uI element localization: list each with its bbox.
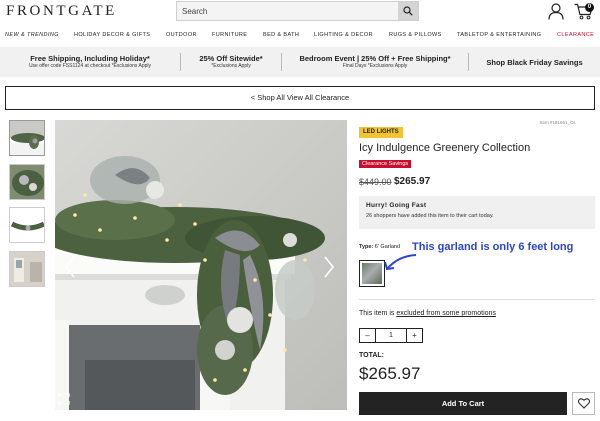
search-input[interactable] [177,2,399,20]
nav-item-lighting-decor[interactable]: LIGHTING & DECOR [314,32,373,38]
previous-image-arrow-icon[interactable] [64,256,76,278]
hurry-notice: Hurry! Going Fast 26 shoppers have added… [359,196,595,229]
garland-mantel-thumbnail-image [10,121,44,155]
nav-item-bed-bath[interactable]: BED & BATH [263,32,299,38]
hurry-title: Hurry! Going Fast [366,202,427,209]
divider [359,299,595,300]
original-price: $449.00 [359,177,392,187]
promo-free-shipping[interactable]: Free Shipping, Including Holiday* Use of… [0,47,180,77]
type-label-value: 6' Garland [374,244,401,250]
promo-bar: Free Shipping, Including Holiday* Use of… [0,47,600,77]
nav-item-furniture[interactable]: FURNITURE [212,32,247,38]
cart-count-badge: 0 [585,3,594,12]
frontgate-logo[interactable]: FRONTGATE [6,3,117,20]
nav-item-rugs-pillows[interactable]: RUGS & PILLOWS [389,32,442,38]
hurry-text: 26 shoppers have added this item to thei… [366,213,494,219]
promo-title: Bedroom Event | 25% Off + Free Shipping* [299,54,451,63]
heart-icon [577,398,590,409]
thumbnail-1[interactable] [9,120,45,156]
promo-black-friday[interactable]: Shop Black Friday Savings [469,47,600,77]
promo-title: Shop Black Friday Savings [486,57,583,67]
sale-price: $265.97 [394,176,431,187]
nav-item-holiday-decor[interactable]: HOLIDAY DECOR & GIFTS [74,32,150,38]
quantity-increase-button[interactable]: + [406,329,422,342]
nav-item-tabletop[interactable]: TABLETOP & ENTERTAINING [457,32,542,38]
main-product-image[interactable] [55,120,347,410]
type-label-name: Type: [359,244,374,250]
wishlist-button[interactable] [572,392,595,415]
garland-full-length-thumbnail-image [10,208,44,242]
quantity-stepper: – + [359,328,423,343]
nav-item-clearance[interactable]: CLEARANCE [557,32,594,38]
promo-subtitle: Use offer code FSS1124 at checkout *Excl… [28,63,152,69]
clearance-savings-tag: Clearance Savings [359,160,412,168]
garland-on-mantel-image [55,120,347,410]
nav-item-new-trending[interactable]: NEW & TRENDING [5,32,59,38]
total-label: TOTAL: [359,352,385,359]
product-title: Icy Indulgence Greenery Collection [359,142,531,154]
promo-bedroom-event[interactable]: Bedroom Event | 25% Off + Free Shipping*… [282,47,468,77]
search-button[interactable] [398,2,418,20]
next-image-arrow-icon[interactable] [323,256,335,278]
annotation-arrow-icon [384,254,417,271]
item-number: Item #181661_OL [540,120,577,125]
quantity-decrease-button[interactable]: – [360,329,376,342]
promo-subtitle: Final Days *Exclusions Apply [342,63,408,69]
garland-closeup-thumbnail-image [10,165,44,199]
total-value: $265.97 [359,364,421,383]
type-label: Type: 6' Garland [359,244,400,250]
account-icon[interactable] [548,3,564,20]
site-header: FRONTGATE 0 [0,0,600,30]
search-icon [403,6,413,16]
thumbnail-4[interactable] [9,251,45,287]
search-bar [176,1,419,21]
quantity-input[interactable] [376,329,406,342]
view-all-clearance-link[interactable]: < Shop All View All Clearance [5,86,595,110]
thumbnail-2[interactable] [9,164,45,200]
thumbnail-3[interactable] [9,207,45,243]
promo-title: 25% Off Sitewide* [199,54,263,63]
excluded-promotions-link[interactable]: excluded from some promotions [396,310,496,317]
promo-note-prefix: This item is [359,310,397,317]
room-scene-thumbnail-image [10,252,44,286]
swatch-image [362,263,382,284]
promotion-exclusion-note: This item is excluded from some promotio… [359,310,496,317]
led-lights-badge: LED LIGHTS [359,127,403,138]
nav-item-outdoor[interactable]: OUTDOOR [166,32,197,38]
add-to-cart-button[interactable]: Add To Cart [359,392,567,415]
promo-sitewide[interactable]: 25% Off Sitewide* *Exclusions Apply [181,47,281,77]
fullscreen-icon[interactable] [58,393,70,405]
promo-subtitle: *Exclusions Apply [211,63,251,69]
main-nav: NEW & TRENDING HOLIDAY DECOR & GIFTS OUT… [0,32,600,42]
annotation-text: This garland is only 6 feet long [412,241,574,253]
promo-title: Free Shipping, Including Holiday* [30,54,150,63]
